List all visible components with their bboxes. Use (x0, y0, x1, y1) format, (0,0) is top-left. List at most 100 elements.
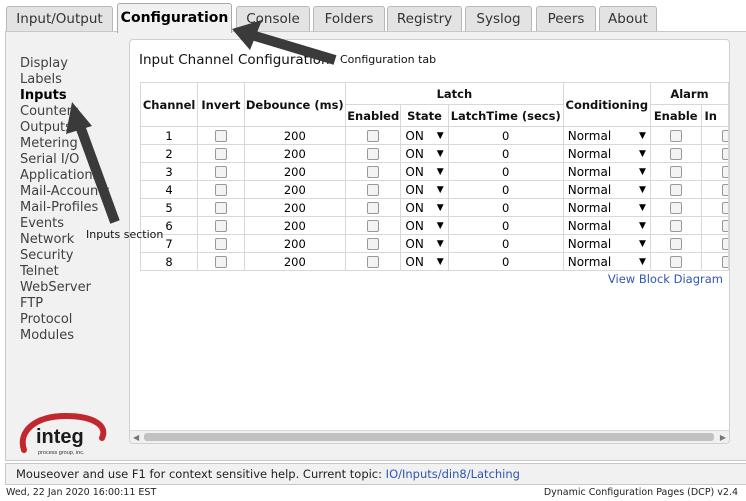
scroll-left-icon[interactable]: ◀ (133, 431, 139, 443)
alarm-enable-checkbox[interactable] (669, 148, 682, 160)
scroll-right-icon[interactable]: ▶ (720, 431, 726, 443)
scrollbar-thumb[interactable] (144, 433, 714, 441)
sidebar-item-labels[interactable]: Labels (20, 72, 130, 88)
invert-checkbox[interactable] (214, 238, 227, 250)
sidebar-item-modules[interactable]: Modules (20, 328, 130, 344)
debounce-input[interactable]: 200 (243, 252, 346, 271)
tab-registry[interactable]: Registry (387, 6, 462, 32)
sidebar-item-security[interactable]: Security (20, 248, 130, 264)
alarm-in-checkbox[interactable] (722, 202, 728, 214)
invert-checkbox[interactable] (214, 220, 227, 232)
conditioning-select[interactable]: Normal ▼ (564, 253, 650, 270)
conditioning-select[interactable]: Normal ▼ (564, 217, 650, 234)
sidebar-item-ftp[interactable]: FTP (20, 296, 130, 312)
conditioning-cell: Normal ▼ (562, 252, 651, 271)
alarm-enable-checkbox[interactable] (669, 238, 682, 250)
alarm-in-checkbox[interactable] (722, 256, 728, 268)
alarm-enable-checkbox[interactable] (669, 220, 682, 232)
view-block-diagram-link[interactable]: View Block Diagram (608, 272, 723, 286)
latchtime-input[interactable]: 0 (447, 234, 564, 253)
invert-checkbox[interactable] (214, 148, 227, 160)
state-select[interactable]: ON ▼ (401, 163, 447, 180)
tab-console[interactable]: Console (236, 6, 310, 32)
conditioning-select[interactable]: Normal ▼ (564, 145, 650, 162)
debounce-input[interactable]: 200 (243, 198, 346, 217)
latchtime-input[interactable]: 0 (447, 162, 564, 181)
state-select[interactable]: ON ▼ (401, 199, 447, 216)
sidebar-item-mail-accounts[interactable]: Mail-Accounts (20, 184, 130, 200)
debounce-input[interactable]: 200 (243, 126, 346, 145)
tab-syslog[interactable]: Syslog (465, 6, 532, 32)
sidebar-item-inputs[interactable]: Inputs (20, 88, 130, 104)
invert-checkbox[interactable] (214, 202, 227, 214)
alarm-enable-checkbox[interactable] (669, 166, 682, 178)
sidebar-item-mail-profiles[interactable]: Mail-Profiles (20, 200, 130, 216)
conditioning-select[interactable]: Normal ▼ (564, 163, 650, 180)
sidebar-item-counters[interactable]: Counters (20, 104, 130, 120)
sidebar-item-display[interactable]: Display (20, 56, 130, 72)
header-alarm-in: In (700, 104, 729, 127)
state-select[interactable]: ON ▼ (401, 181, 447, 198)
alarm-in-checkbox[interactable] (722, 184, 728, 196)
invert-checkbox[interactable] (214, 130, 227, 142)
alarm-enable-checkbox[interactable] (669, 202, 682, 214)
debounce-input[interactable]: 200 (243, 180, 346, 199)
invert-checkbox[interactable] (214, 184, 227, 196)
state-select[interactable]: ON ▼ (401, 145, 447, 162)
tab-configuration[interactable]: Configuration (117, 3, 232, 33)
latchtime-input[interactable]: 0 (447, 126, 564, 145)
tab-peers[interactable]: Peers (536, 6, 596, 32)
sidebar-item-webserver[interactable]: WebServer (20, 280, 130, 296)
sidebar-item-serial-i-o[interactable]: Serial I/O (20, 152, 130, 168)
sidebar-item-telnet[interactable]: Telnet (20, 264, 130, 280)
state-select[interactable]: ON ▼ (401, 253, 447, 270)
alarm-in-checkbox[interactable] (722, 148, 728, 160)
debounce-input[interactable]: 200 (243, 144, 346, 163)
sidebar-item-protocol[interactable]: Protocol (20, 312, 130, 328)
help-topic-link[interactable]: IO/Inputs/din8/Latching (386, 467, 520, 481)
alarm-enable-checkbox[interactable] (669, 130, 682, 142)
latch-enabled-checkbox[interactable] (367, 130, 380, 142)
debounce-input[interactable]: 200 (243, 216, 346, 235)
tab-about[interactable]: About (599, 6, 657, 32)
latch-enabled-checkbox[interactable] (367, 148, 380, 160)
debounce-input[interactable]: 200 (243, 162, 346, 181)
conditioning-select[interactable]: Normal ▼ (564, 127, 650, 144)
conditioning-select[interactable]: Normal ▼ (564, 181, 650, 198)
latch-enabled-checkbox[interactable] (367, 220, 380, 232)
conditioning-select[interactable]: Normal ▼ (564, 199, 650, 216)
state-cell: ON ▼ (400, 162, 449, 181)
tab-folders[interactable]: Folders (313, 6, 385, 32)
sidebar-item-metering[interactable]: Metering (20, 136, 130, 152)
sidebar-item-outputs[interactable]: Outputs (20, 120, 130, 136)
header-alarm-enable: Enable (649, 104, 702, 127)
latch-enabled-checkbox[interactable] (367, 238, 380, 250)
header-latchtime: LatchTime (secs) (447, 104, 564, 127)
latchtime-input[interactable]: 0 (447, 198, 564, 217)
latchtime-input[interactable]: 0 (447, 216, 564, 235)
state-select[interactable]: ON ▼ (401, 235, 447, 252)
debounce-input[interactable]: 200 (243, 234, 346, 253)
state-select[interactable]: ON ▼ (401, 217, 447, 234)
dropdown-arrow-icon: ▼ (638, 202, 646, 213)
alarm-in-checkbox[interactable] (722, 220, 728, 232)
latchtime-input[interactable]: 0 (447, 144, 564, 163)
invert-checkbox[interactable] (214, 166, 227, 178)
sidebar-item-applications[interactable]: Applications (20, 168, 130, 184)
invert-checkbox[interactable] (214, 256, 227, 268)
latch-enabled-checkbox[interactable] (367, 202, 380, 214)
latchtime-input[interactable]: 0 (447, 180, 564, 199)
latchtime-input[interactable]: 0 (447, 252, 564, 271)
latch-enabled-checkbox[interactable] (367, 166, 380, 178)
tab-input-output[interactable]: Input/Output (6, 6, 113, 32)
conditioning-select[interactable]: Normal ▼ (564, 235, 650, 252)
state-select[interactable]: ON ▼ (401, 127, 447, 144)
horizontal-scrollbar[interactable]: ◀ ▶ (130, 430, 729, 443)
alarm-in-checkbox[interactable] (722, 238, 728, 250)
alarm-enable-checkbox[interactable] (669, 184, 682, 196)
alarm-enable-checkbox[interactable] (669, 256, 682, 268)
latch-enabled-checkbox[interactable] (367, 184, 380, 196)
alarm-in-checkbox[interactable] (722, 130, 728, 142)
alarm-in-checkbox[interactable] (722, 166, 728, 178)
latch-enabled-checkbox[interactable] (367, 256, 380, 268)
